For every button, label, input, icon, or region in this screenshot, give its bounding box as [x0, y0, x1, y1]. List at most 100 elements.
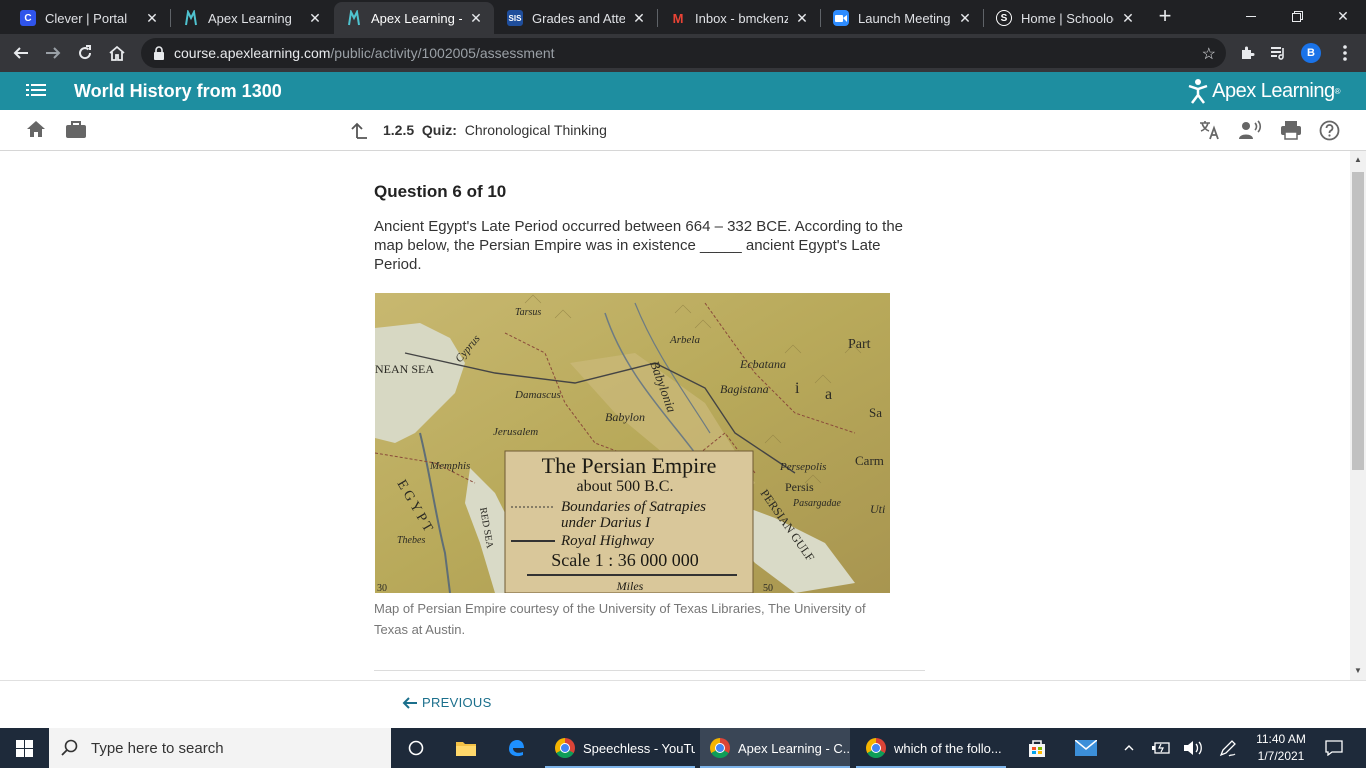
svg-text:Bagistana: Bagistana: [720, 382, 769, 396]
translate-icon[interactable]: [1199, 120, 1221, 140]
browser-tab-schoology[interactable]: S Home | Schoology ✕: [984, 2, 1146, 34]
svg-text:Carm: Carm: [855, 453, 884, 468]
left-arrow-icon: [402, 696, 417, 709]
content-divider: [374, 670, 925, 671]
search-icon: [61, 739, 78, 756]
activity-bar: 1.2.5 Quiz: Chronological Thinking: [0, 110, 1366, 151]
tab-title: Apex Learning: [208, 10, 292, 26]
svg-text:The Persian Empire: The Persian Empire: [542, 453, 717, 478]
bookmark-star-icon[interactable]: ☆: [1202, 44, 1216, 64]
pen-workspace-button[interactable]: [1214, 728, 1242, 768]
svg-text:Scale 1 : 36 000 000: Scale 1 : 36 000 000: [551, 550, 698, 570]
task-view-button[interactable]: [393, 728, 439, 768]
minimize-button[interactable]: [1228, 0, 1274, 32]
question-text: Ancient Egypt's Late Period occurred bet…: [374, 218, 904, 273]
volume-button[interactable]: [1180, 728, 1206, 768]
forward-arrow-icon: [46, 47, 61, 59]
windows-taskbar: Type here to search Speechless - YouTu..…: [0, 728, 1366, 768]
close-tab-icon[interactable]: ✕: [957, 10, 973, 27]
map-caption: Map of Persian Empire courtesy of the Un…: [374, 601, 866, 637]
svg-text:Persis: Persis: [785, 480, 814, 494]
taskbar-app-search[interactable]: which of the follo...: [856, 728, 1006, 768]
back-button[interactable]: [8, 40, 34, 66]
svg-text:Sa: Sa: [869, 405, 882, 420]
media-control-button[interactable]: [1266, 40, 1292, 66]
browser-tab-zoom[interactable]: Launch Meeting - ✕: [821, 2, 983, 34]
briefcase-icon[interactable]: [65, 120, 87, 139]
notifications-button[interactable]: [1320, 728, 1348, 768]
svg-text:i: i: [795, 380, 800, 397]
system-clock[interactable]: 11:40 AM 1/7/2021: [1252, 731, 1310, 765]
close-tab-icon[interactable]: ✕: [794, 10, 810, 27]
edge-button[interactable]: [493, 728, 539, 768]
tab-title: Launch Meeting -: [858, 10, 951, 26]
browser-tab-apex-1[interactable]: Apex Learning ✕: [171, 2, 333, 34]
back-arrow-icon: [13, 47, 28, 59]
svg-text:Memphis: Memphis: [429, 460, 470, 472]
question-footer: PREVIOUS: [0, 680, 1366, 728]
new-tab-button[interactable]: +: [1153, 4, 1177, 28]
svg-text:Jerusalem: Jerusalem: [493, 426, 538, 438]
taskbar-app-apex[interactable]: Apex Learning - C...: [700, 728, 850, 768]
svg-text:a: a: [825, 386, 832, 403]
close-tab-icon[interactable]: ✕: [307, 10, 323, 27]
mail-button[interactable]: [1063, 728, 1109, 768]
print-icon[interactable]: [1280, 120, 1302, 140]
browser-menu-button[interactable]: [1332, 40, 1358, 66]
start-button[interactable]: [0, 728, 48, 768]
text-to-speech-icon[interactable]: [1238, 120, 1262, 140]
browser-tab-gmail[interactable]: M Inbox - bmckenzie ✕: [658, 2, 820, 34]
reload-button[interactable]: [72, 40, 98, 66]
home-button[interactable]: [104, 40, 130, 66]
profile-avatar[interactable]: B: [1301, 43, 1321, 63]
scrollbar-thumb[interactable]: [1352, 172, 1364, 470]
activity-breadcrumb: 1.2.5 Quiz: Chronological Thinking: [383, 122, 607, 138]
url-text: course.apexlearning.com/public/activity/…: [174, 45, 555, 61]
browser-tab-sis[interactable]: SIS Grades and Attenc ✕: [495, 2, 657, 34]
close-tab-icon[interactable]: ✕: [144, 10, 160, 27]
svg-text:NEAN SEA: NEAN SEA: [375, 362, 434, 376]
up-arrow-icon[interactable]: [350, 121, 368, 139]
folder-icon: [456, 742, 476, 756]
close-tab-icon[interactable]: ✕: [631, 10, 647, 27]
taskbar-search[interactable]: Type here to search: [49, 728, 391, 768]
browser-tab-strip: C Clever | Portal ✕ Apex Learning ✕ Apex…: [0, 0, 1366, 34]
svg-text:Persepolis: Persepolis: [779, 461, 826, 473]
svg-text:Thebes: Thebes: [397, 535, 425, 546]
scroll-up-arrow[interactable]: ▲: [1350, 152, 1366, 168]
svg-text:Tarsus: Tarsus: [515, 307, 541, 318]
video-camera-icon: [833, 10, 849, 26]
close-tab-icon[interactable]: ✕: [468, 10, 484, 27]
hamburger-menu-icon[interactable]: [26, 82, 46, 98]
close-window-button[interactable]: ✕: [1320, 0, 1366, 32]
browser-tab-clever[interactable]: C Clever | Portal ✕: [8, 2, 170, 34]
svg-text:50: 50: [763, 583, 773, 593]
restore-button[interactable]: [1274, 0, 1320, 32]
svg-text:Boundaries of Satrapies: Boundaries of Satrapies: [561, 499, 706, 515]
previous-button[interactable]: PREVIOUS: [402, 695, 492, 710]
store-button[interactable]: [1014, 728, 1060, 768]
home-icon: [109, 45, 125, 61]
forward-button[interactable]: [40, 40, 66, 66]
svg-text:Ecbatana: Ecbatana: [739, 357, 786, 371]
svg-text:about 500 B.C.: about 500 B.C.: [577, 478, 674, 495]
address-bar[interactable]: course.apexlearning.com/public/activity/…: [141, 38, 1226, 68]
close-tab-icon[interactable]: ✕: [1120, 10, 1136, 27]
browser-tab-apex-active[interactable]: Apex Learning - Co ✕: [334, 2, 494, 34]
apex-logo-icon: [183, 10, 199, 26]
battery-button[interactable]: [1148, 728, 1174, 768]
notification-icon: [1325, 740, 1343, 756]
apex-logo-icon: [346, 10, 362, 26]
apex-person-icon: [1188, 79, 1208, 104]
tab-title: Inbox - bmckenzie: [695, 10, 788, 26]
file-explorer-button[interactable]: [443, 728, 489, 768]
home-icon[interactable]: [26, 120, 46, 138]
help-icon[interactable]: [1319, 120, 1340, 141]
scroll-down-arrow[interactable]: ▼: [1350, 663, 1366, 679]
svg-text:30: 30: [377, 583, 387, 593]
extensions-button[interactable]: [1234, 40, 1260, 66]
svg-text:Damascus: Damascus: [514, 389, 561, 401]
show-hidden-icons-button[interactable]: [1118, 728, 1140, 768]
taskbar-app-youtube[interactable]: Speechless - YouTu...: [545, 728, 695, 768]
playlist-icon: [1271, 47, 1284, 60]
